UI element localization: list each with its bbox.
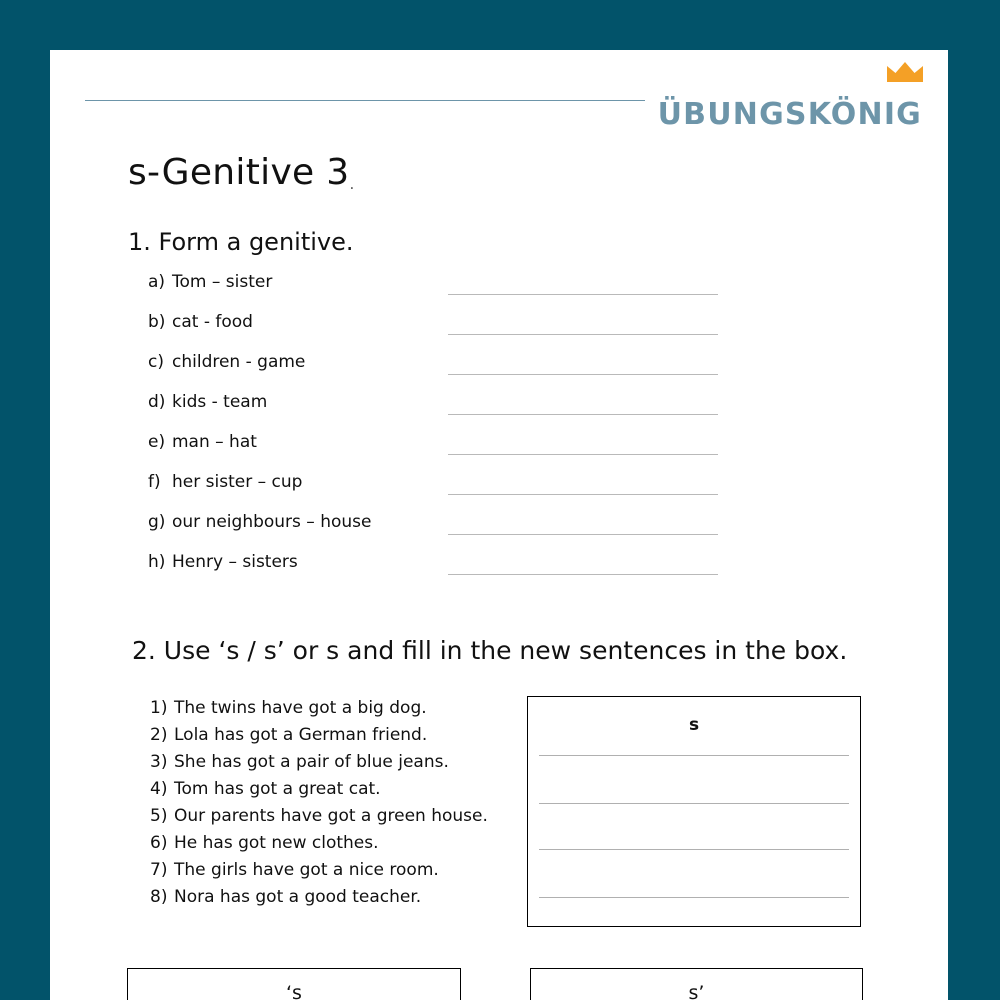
task-1-answer-lines [448,272,718,592]
task-1-item: a) Tom – sister [148,272,478,312]
task-1-item: h) Henry – sisters [148,552,478,592]
page-title: s-Genitive 3. [128,152,355,193]
answer-line[interactable] [448,392,718,432]
answer-line[interactable] [448,352,718,392]
crown-icon [887,62,923,82]
s-box-writing-line[interactable] [539,755,849,756]
task-1-item-label: h) [148,552,166,572]
header-divider-rule [85,100,645,101]
faint-watermark: ​ [480,514,920,529]
sentence-number: 7) [150,860,168,880]
task-1-item-text: her sister – cup [172,472,303,492]
task-1-item-text: cat - food [172,312,253,332]
list-item: 2) Lola has got a German friend. [150,722,530,749]
task-2-sentence-list: 1) The twins have got a big dog. 2) Lola… [150,695,530,911]
task-1-item-text: man – hat [172,432,257,452]
task-1-item-text: Henry – sisters [172,552,298,572]
s-box-writing-line[interactable] [539,803,849,804]
worksheet-page: ÜBUNGSKÖNIG s-Genitive 3. 1. Form a geni… [50,50,948,1000]
task-1-item-label: b) [148,312,166,332]
answer-line[interactable] [448,552,718,592]
task-1-item-label: c) [148,352,164,372]
s-box-writing-line[interactable] [539,897,849,898]
list-item: 5) Our parents have got a green house. [150,803,530,830]
sentence-text: Lola has got a German friend. [174,725,428,745]
sentence-number: 3) [150,752,168,772]
task-1-item: c) children - game [148,352,478,392]
task-1-heading: 1. Form a genitive. [128,228,354,256]
page-title-tail: . [349,175,355,193]
list-item: 6) He has got new clothes. [150,830,530,857]
task-2-heading: 2. Use ‘s / s’ or s and fill in the new … [132,636,848,665]
brand-logo: ÜBUNGSKÖNIG [657,62,923,132]
sentence-text: She has got a pair of blue jeans. [174,752,449,772]
sentence-text: Nora has got a good teacher. [174,887,422,907]
list-item: 7) The girls have got a nice room. [150,857,530,884]
task-1-item-text: our neighbours – house [172,512,372,532]
s-apostrophe-box[interactable]: s’ [530,968,863,1000]
task-1-item-label: f) [148,472,161,492]
sentence-number: 6) [150,833,168,853]
sentence-number: 4) [150,779,168,799]
s-box-writing-line[interactable] [539,849,849,850]
s-apostrophe-box-label: s’ [688,982,705,1000]
list-item: 8) Nora has got a good teacher. [150,884,530,911]
page-title-text: s-Genitive 3 [128,152,350,193]
sentence-number: 5) [150,806,168,826]
task-1-item: g) our neighbours – house [148,512,478,552]
sentence-text: The girls have got a nice room. [174,860,439,880]
list-item: 3) She has got a pair of blue jeans. [150,749,530,776]
task-1-item-label: e) [148,432,166,452]
task-1-item: b) cat - food [148,312,478,352]
sentence-text: Tom has got a great cat. [174,779,381,799]
sentence-number: 2) [150,725,168,745]
list-item: 1) The twins have got a big dog. [150,695,530,722]
answer-line[interactable] [448,272,718,312]
apostrophe-s-box-label: ‘s [286,982,302,1000]
task-1-item: f) her sister – cup [148,472,478,512]
task-1-item-label: a) [148,272,166,292]
sentence-number: 8) [150,887,168,907]
apostrophe-s-box[interactable]: ‘s [127,968,461,1000]
list-item: 4) Tom has got a great cat. [150,776,530,803]
s-answer-box[interactable]: s [527,696,861,927]
answer-line[interactable] [448,312,718,352]
brand-wordmark: ÜBUNGSKÖNIG [657,97,922,132]
task-1-item-label: d) [148,392,166,412]
sentence-number: 1) [150,698,168,718]
answer-line[interactable] [448,472,718,512]
task-1-item-text: kids - team [172,392,268,412]
sentence-text: He has got new clothes. [174,833,379,853]
task-1-item: e) man – hat [148,432,478,472]
task-1-item-text: Tom – sister [172,272,273,292]
sentence-text: Our parents have got a green house. [174,806,488,826]
s-answer-box-title: s [688,715,700,735]
sentence-text: The twins have got a big dog. [174,698,427,718]
task-1-item-label: g) [148,512,166,532]
answer-line[interactable] [448,432,718,472]
task-1-item-text: children - game [172,352,306,372]
task-1-item-list: a) Tom – sister b) cat - food c) childre… [148,272,478,592]
task-1-item: d) kids - team [148,392,478,432]
